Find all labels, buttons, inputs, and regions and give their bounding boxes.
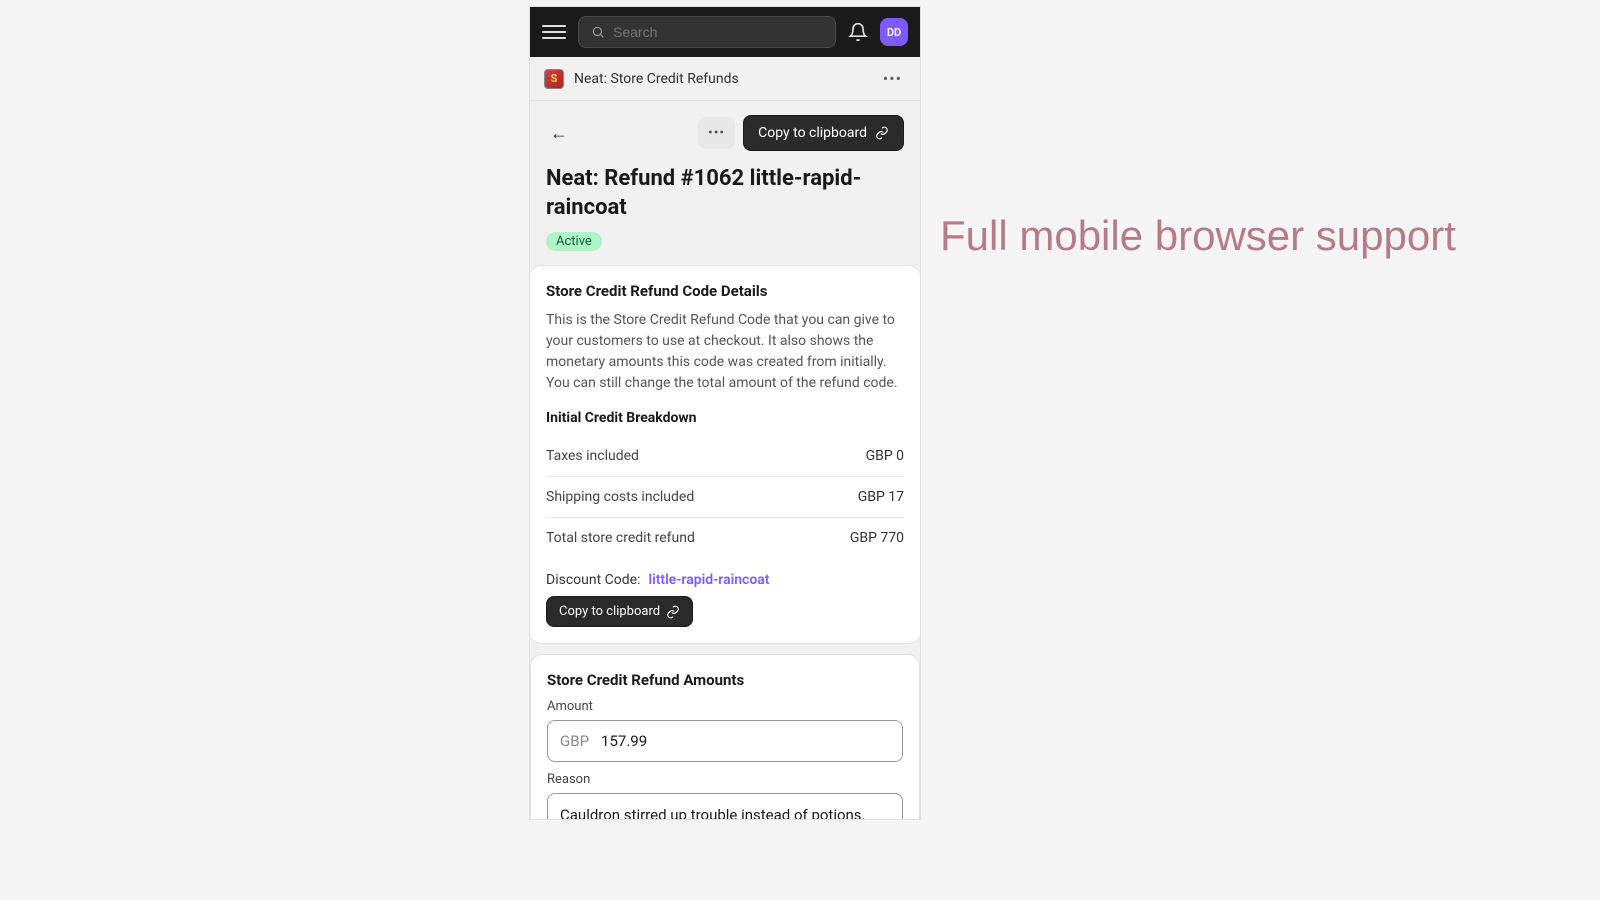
amount-currency-prefix: GBP bbox=[548, 721, 601, 761]
table-row-value: GBP 17 bbox=[858, 489, 904, 505]
discount-code-label: Discount Code: bbox=[546, 572, 640, 588]
amount-input-wrap[interactable]: GBP bbox=[547, 720, 903, 762]
page-more-icon[interactable]: ••• bbox=[698, 117, 735, 149]
table-row-label: Taxes included bbox=[546, 448, 639, 464]
breakdown-title: Initial Credit Breakdown bbox=[546, 410, 904, 426]
status-badge: Active bbox=[546, 232, 602, 251]
reason-textarea[interactable] bbox=[548, 794, 902, 819]
back-arrow-icon[interactable]: ← bbox=[546, 119, 572, 148]
table-row: Shipping costs included GBP 17 bbox=[546, 477, 904, 518]
menu-hamburger-icon[interactable] bbox=[542, 20, 566, 44]
discount-code-row: Discount Code: little-rapid-raincoat Cop… bbox=[546, 572, 904, 627]
table-row: Total store credit refund GBP 770 bbox=[546, 518, 904, 558]
app-header-bar: S Neat: Store Credit Refunds ••• bbox=[530, 57, 920, 101]
mobile-device-frame: DD S Neat: Store Credit Refunds ••• ← ••… bbox=[530, 7, 920, 819]
reason-field-label: Reason bbox=[547, 772, 903, 787]
copy-sm-label: Copy to clipboard bbox=[559, 604, 660, 619]
copy-button-label: Copy to clipboard bbox=[758, 125, 867, 141]
amount-input[interactable] bbox=[601, 721, 902, 761]
notifications-bell-icon[interactable] bbox=[848, 22, 868, 42]
app-more-icon[interactable]: ••• bbox=[879, 65, 906, 92]
user-avatar[interactable]: DD bbox=[880, 18, 908, 46]
amounts-card-title: Store Credit Refund Amounts bbox=[547, 671, 903, 689]
amounts-card: Store Credit Refund Amounts Amount GBP R… bbox=[530, 654, 920, 819]
app-title: Neat: Store Credit Refunds bbox=[574, 71, 869, 87]
discount-code-link[interactable]: little-rapid-raincoat bbox=[648, 572, 769, 588]
details-card-title: Store Credit Refund Code Details bbox=[546, 282, 904, 300]
table-row-label: Shipping costs included bbox=[546, 489, 694, 505]
table-row: Taxes included GBP 0 bbox=[546, 436, 904, 477]
copy-discount-code-button[interactable]: Copy to clipboard bbox=[546, 596, 693, 627]
top-navigation-bar: DD bbox=[530, 7, 920, 57]
table-row-value: GBP 0 bbox=[866, 448, 904, 464]
search-icon bbox=[591, 25, 605, 39]
copy-to-clipboard-button[interactable]: Copy to clipboard bbox=[743, 115, 904, 151]
table-row-value: GBP 770 bbox=[850, 530, 904, 546]
main-scroll-area[interactable]: ← ••• Copy to clipboard Neat: Refund #10… bbox=[530, 101, 920, 819]
search-input[interactable] bbox=[613, 24, 823, 40]
amount-field-label: Amount bbox=[547, 699, 903, 714]
link-icon bbox=[666, 605, 680, 619]
table-row-label: Total store credit refund bbox=[546, 530, 695, 546]
details-card: Store Credit Refund Code Details This is… bbox=[530, 265, 920, 644]
link-icon bbox=[875, 126, 889, 140]
details-card-description: This is the Store Credit Refund Code tha… bbox=[546, 310, 904, 394]
search-box[interactable] bbox=[578, 16, 836, 48]
page-action-row: ← ••• Copy to clipboard bbox=[530, 101, 920, 159]
marketing-tagline: Full mobile browser support bbox=[940, 210, 1456, 263]
reason-textarea-wrap[interactable] bbox=[547, 793, 903, 819]
page-title: Neat: Refund #1062 little-rapid-raincoat bbox=[530, 159, 920, 230]
app-logo-icon: S bbox=[544, 69, 564, 89]
